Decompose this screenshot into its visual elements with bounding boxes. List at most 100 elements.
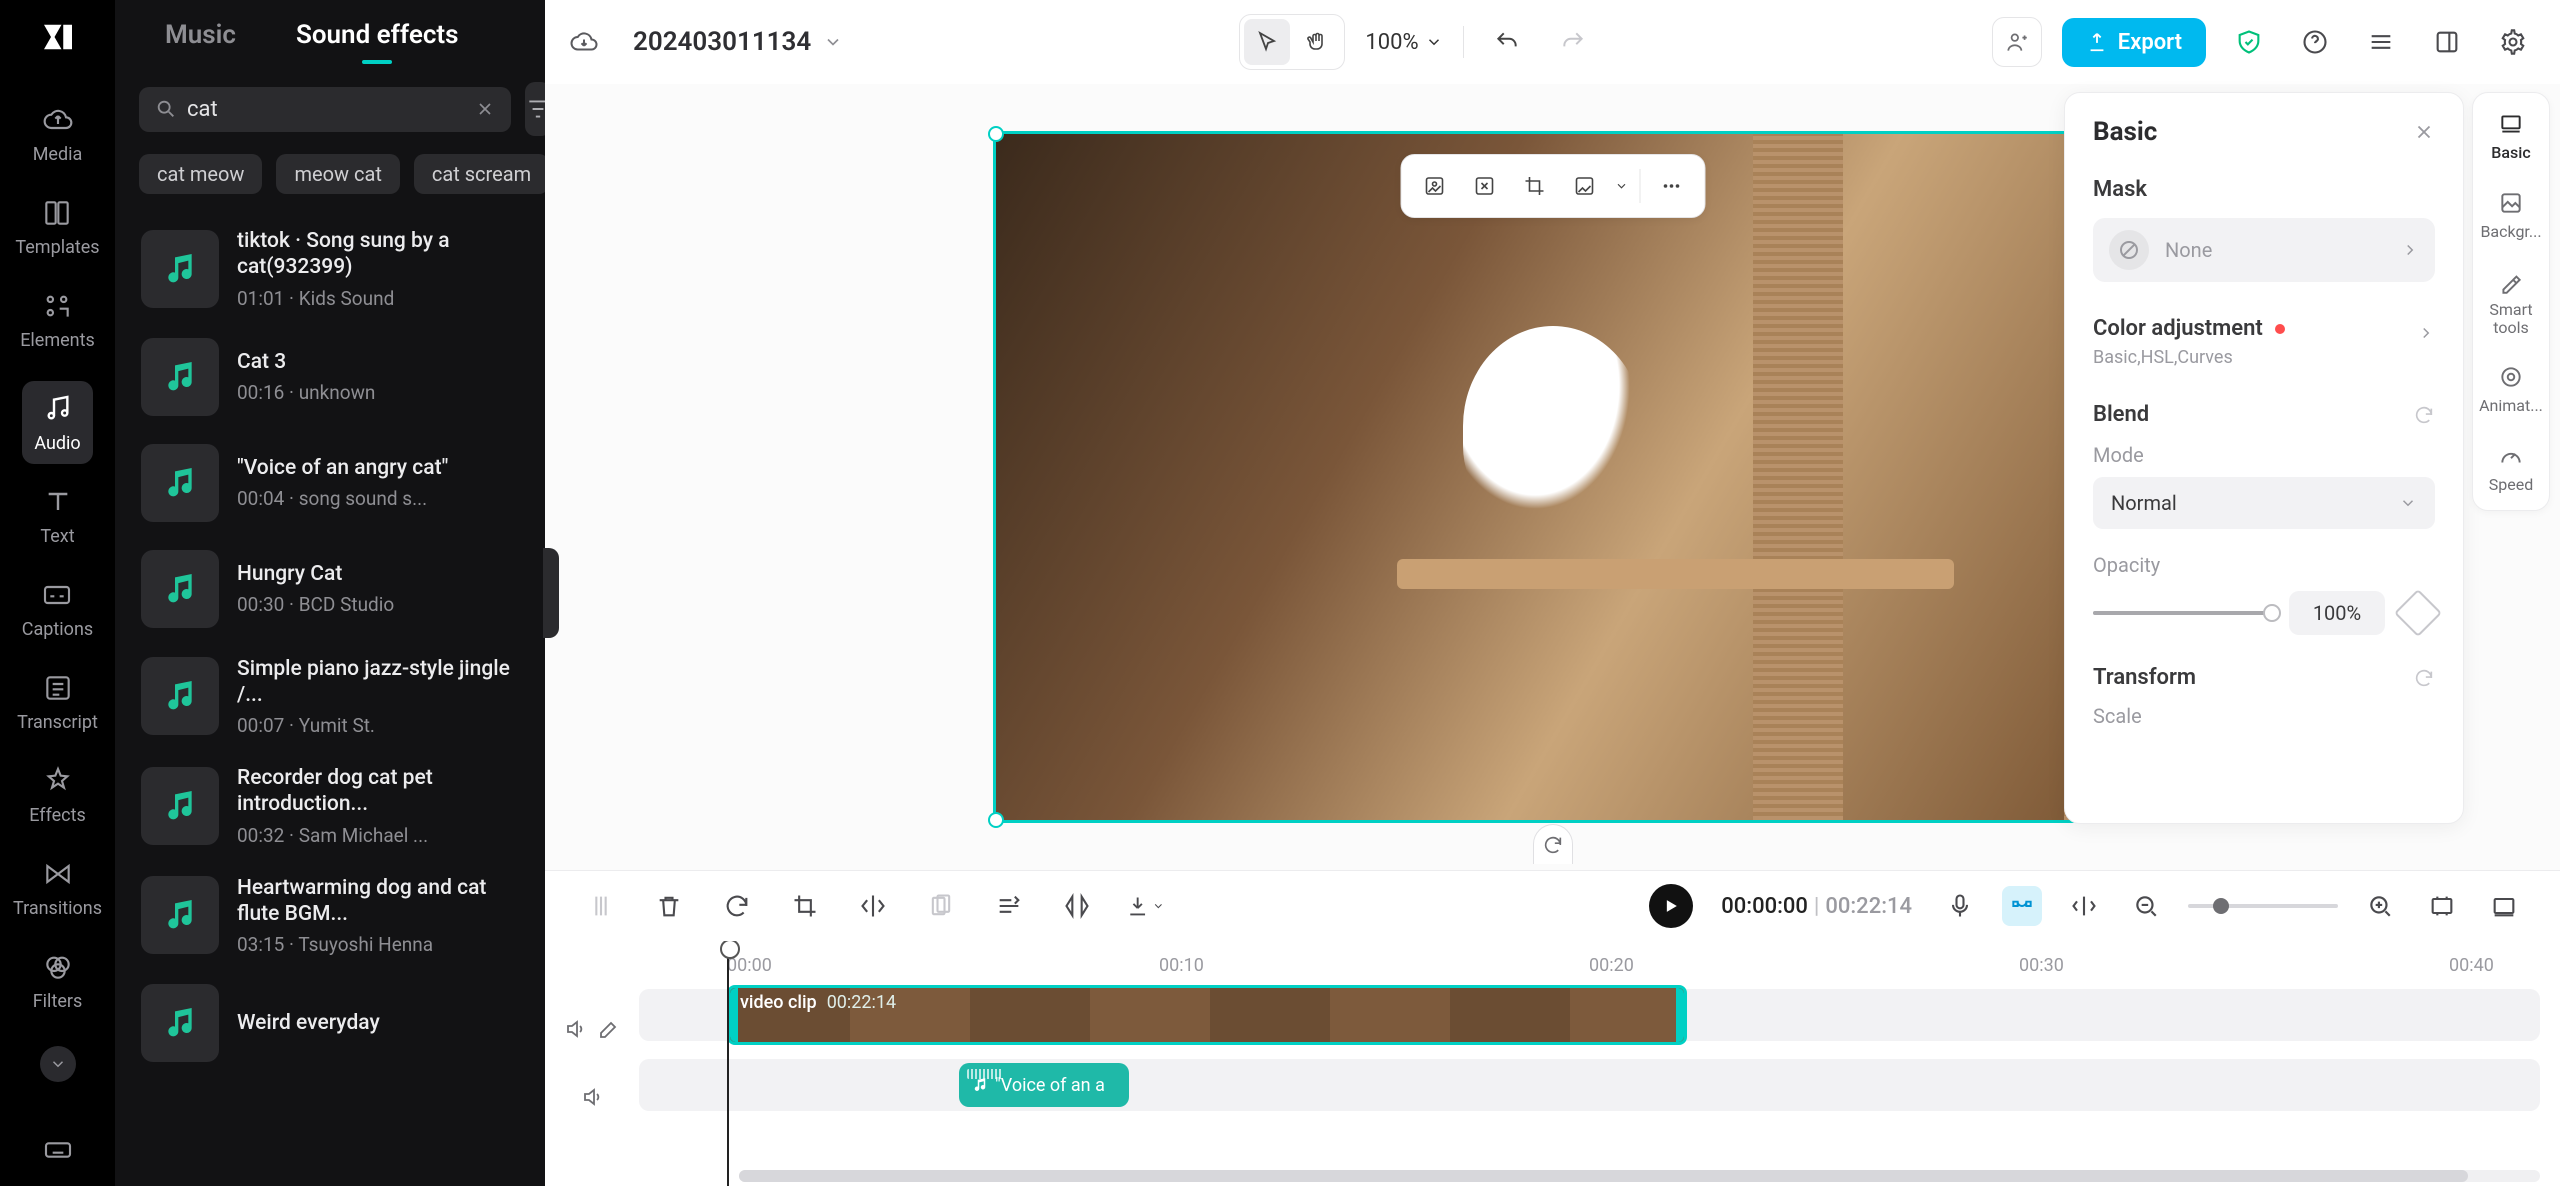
- timeline-scrollbar[interactable]: [739, 1170, 2540, 1182]
- mask-selector[interactable]: None: [2093, 218, 2435, 282]
- result-item[interactable]: Recorder dog cat pet introduction...00:3…: [135, 751, 525, 861]
- tracks-area[interactable]: 00:00 00:10 00:20 00:30 00:40 video clip…: [639, 941, 2560, 1186]
- preview-canvas[interactable]: [993, 131, 2113, 823]
- more-tools-icon[interactable]: [1648, 163, 1694, 209]
- crop-button[interactable]: [785, 886, 825, 926]
- fit-zoom-button[interactable]: [2422, 886, 2462, 926]
- split-button[interactable]: [581, 886, 621, 926]
- crop-tool-icon[interactable]: [1511, 163, 1557, 209]
- result-item[interactable]: tiktok · Song sung by a cat(932399)01:01…: [135, 214, 525, 324]
- search-clear-icon[interactable]: [475, 99, 495, 119]
- hand-tool[interactable]: [1294, 19, 1340, 65]
- mic-button[interactable]: [1940, 886, 1980, 926]
- result-item[interactable]: Cat 300:16 · unknown: [135, 324, 525, 430]
- search-input[interactable]: [187, 97, 465, 122]
- chip[interactable]: cat scream: [414, 154, 545, 194]
- select-tool[interactable]: [1244, 19, 1290, 65]
- redo-button[interactable]: [1550, 19, 1596, 65]
- color-adjustment-row[interactable]: Color adjustment Basic,HSL,Curves: [2093, 316, 2435, 368]
- cutout-tool-icon[interactable]: [1411, 163, 1457, 209]
- auto-adjust-button[interactable]: [989, 886, 1029, 926]
- blend-mode-select[interactable]: Normal: [2093, 477, 2435, 529]
- reverse-button[interactable]: [1057, 886, 1097, 926]
- close-icon[interactable]: [2413, 121, 2435, 143]
- replace-caret-icon[interactable]: [1611, 163, 1631, 209]
- timeline-zoom-slider[interactable]: [2188, 904, 2338, 908]
- preview-refresh-icon[interactable]: [1533, 824, 1573, 864]
- result-item[interactable]: Simple piano jazz-style jingle /...00:07…: [135, 642, 525, 752]
- resize-handle[interactable]: [988, 812, 1004, 828]
- rtab-animation[interactable]: Animat...: [2473, 358, 2549, 419]
- audio-track[interactable]: "Voice of an a: [639, 1051, 2560, 1119]
- layout-toggle-icon[interactable]: [2424, 19, 2470, 65]
- rtab-background[interactable]: Backgr...: [2473, 184, 2549, 245]
- app-logo[interactable]: [33, 12, 83, 62]
- reset-icon[interactable]: [2413, 404, 2435, 426]
- search-box[interactable]: [139, 87, 511, 132]
- help-icon[interactable]: [2292, 19, 2338, 65]
- cloud-sync-icon[interactable]: [569, 27, 599, 57]
- video-clip[interactable]: video clip 00:22:14: [727, 985, 1687, 1045]
- zoom-value: 100%: [1365, 30, 1418, 55]
- resize-handle[interactable]: [988, 126, 1004, 142]
- opacity-slider[interactable]: [2093, 611, 2273, 615]
- nav-templates[interactable]: Templates: [15, 195, 99, 258]
- mask-value: None: [2165, 238, 2212, 262]
- result-item[interactable]: Hungry Cat00:30 · BCD Studio: [135, 536, 525, 642]
- reset-icon[interactable]: [2413, 667, 2435, 689]
- opacity-value[interactable]: 100%: [2289, 591, 2385, 635]
- nav-transcript[interactable]: Transcript: [17, 670, 98, 733]
- export-button[interactable]: Export: [2062, 18, 2206, 67]
- rotate-button[interactable]: [717, 886, 757, 926]
- undo-button[interactable]: [1484, 19, 1530, 65]
- result-item[interactable]: Heartwarming dog and cat flute BGM...03:…: [135, 861, 525, 971]
- rtab-smart-tools[interactable]: Smart tools: [2473, 263, 2549, 340]
- result-item[interactable]: Weird everyday: [135, 970, 525, 1076]
- duplicate-button[interactable]: [921, 886, 961, 926]
- edit-track-icon[interactable]: [597, 1017, 621, 1041]
- keyboard-shortcuts-icon[interactable]: [42, 1134, 74, 1166]
- play-button[interactable]: [1649, 884, 1693, 928]
- result-item[interactable]: "Voice of an angry cat"00:04 · song soun…: [135, 430, 525, 536]
- panel-collapse-handle[interactable]: [543, 548, 559, 638]
- video-track[interactable]: video clip 00:22:14: [639, 981, 2560, 1049]
- mirror-button[interactable]: [853, 886, 893, 926]
- mute-track-icon[interactable]: [563, 1017, 587, 1041]
- shield-check-icon[interactable]: [2226, 19, 2272, 65]
- mute-track-icon[interactable]: [580, 1085, 604, 1109]
- playhead[interactable]: [727, 941, 729, 1186]
- replace-tool-icon[interactable]: [1561, 163, 1607, 209]
- nav-transitions[interactable]: Transitions: [13, 856, 102, 919]
- layers-icon[interactable]: [2358, 19, 2404, 65]
- nav-effects[interactable]: Effects: [29, 763, 86, 826]
- nav-audio[interactable]: Audio: [22, 381, 92, 464]
- rtab-speed[interactable]: Speed: [2473, 437, 2549, 498]
- audio-tab-music[interactable]: Music: [165, 20, 236, 64]
- delete-button[interactable]: [649, 886, 689, 926]
- nav-text[interactable]: Text: [40, 484, 76, 547]
- retouch-tool-icon[interactable]: [1461, 163, 1507, 209]
- zoom-in-button[interactable]: [2360, 886, 2400, 926]
- settings-icon[interactable]: [2490, 19, 2536, 65]
- rtab-basic[interactable]: Basic: [2473, 105, 2549, 166]
- nav-media[interactable]: Media: [33, 102, 83, 165]
- magnetic-button[interactable]: [2002, 886, 2042, 926]
- download-button[interactable]: [1125, 886, 1165, 926]
- zoom-out-button[interactable]: [2126, 886, 2166, 926]
- zoom-select[interactable]: 100%: [1365, 30, 1442, 55]
- nav-filters[interactable]: Filters: [33, 949, 83, 1012]
- audio-tab-sound-effects[interactable]: Sound effects: [296, 20, 459, 64]
- snap-button[interactable]: [2064, 886, 2104, 926]
- chip[interactable]: cat meow: [139, 154, 262, 194]
- music-note-icon: [141, 230, 219, 308]
- nav-captions[interactable]: Captions: [22, 577, 93, 640]
- chip[interactable]: meow cat: [276, 154, 399, 194]
- share-collab-button[interactable]: [1992, 17, 2042, 67]
- keyframe-button[interactable]: [2394, 589, 2442, 637]
- nav-elements[interactable]: Elements: [20, 288, 95, 351]
- project-name-dropdown[interactable]: 202403011134: [633, 27, 843, 57]
- audio-clip[interactable]: "Voice of an a: [959, 1063, 1129, 1107]
- expand-timeline-button[interactable]: [2484, 886, 2524, 926]
- nav-more[interactable]: [40, 1046, 76, 1082]
- time-ruler[interactable]: 00:00 00:10 00:20 00:30 00:40: [639, 941, 2560, 981]
